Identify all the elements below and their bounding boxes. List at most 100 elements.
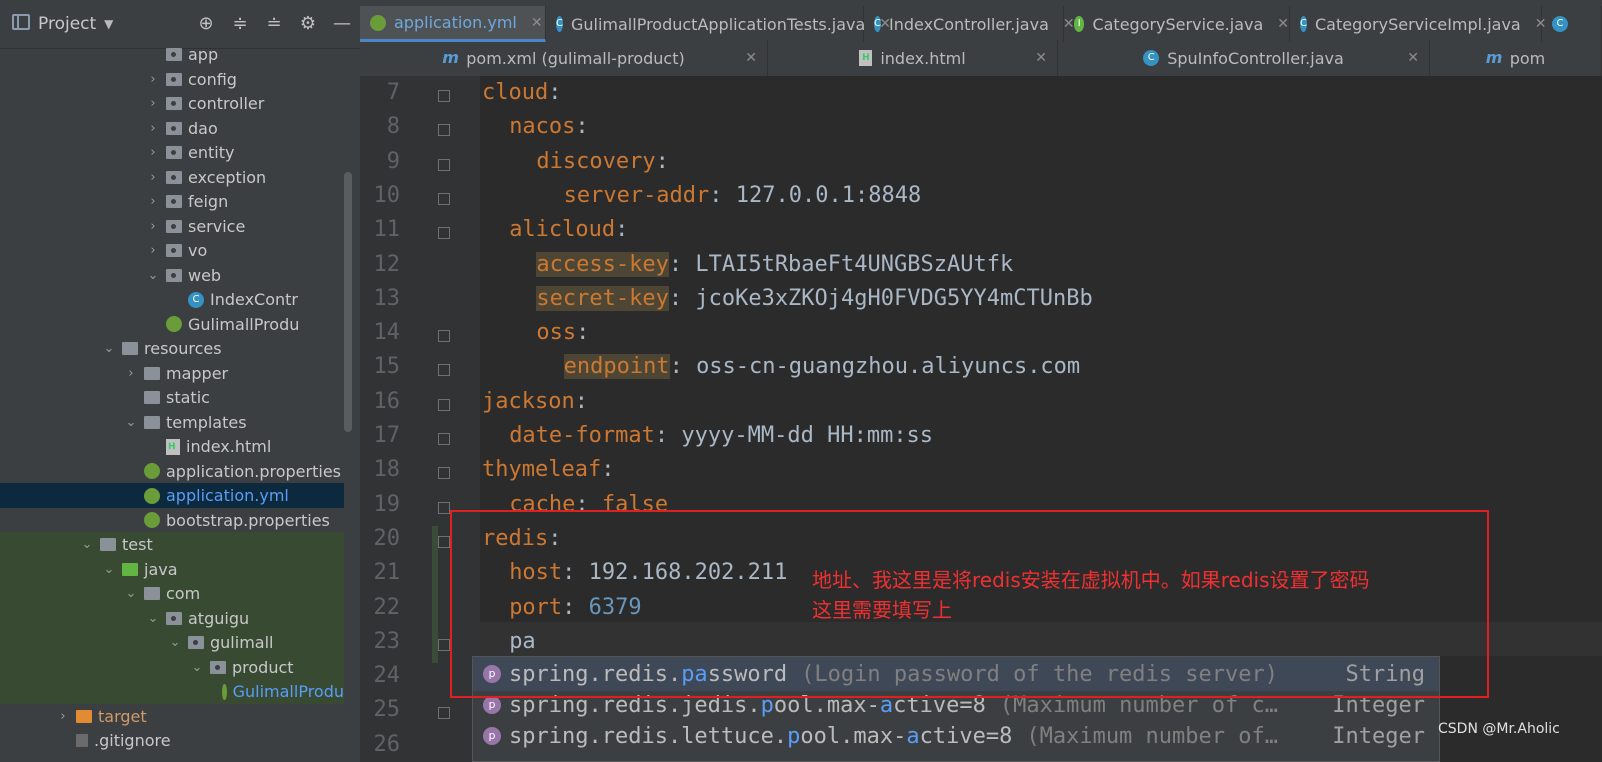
tree-item[interactable]: C IndexContr <box>0 287 344 312</box>
tree-item[interactable]: ⌄ gulimall <box>0 630 344 655</box>
tab-spuinfocontroller-java[interactable]: C SpuInfoController.java ✕ <box>1058 40 1430 76</box>
fold-marker-icon[interactable] <box>438 124 450 137</box>
tree-item[interactable]: › exception <box>0 165 344 190</box>
fold-marker-icon[interactable] <box>438 467 450 480</box>
tree-arrow-icon[interactable]: ⌄ <box>146 268 160 283</box>
line-number: 25 <box>373 697 401 723</box>
tree-arrow-icon[interactable]: ⌄ <box>124 586 138 601</box>
tab-pom-xml-gulimall-product-[interactable]: m pom.xml (gulimall-product) ✕ <box>360 40 768 76</box>
tree-item[interactable]: › dao <box>0 116 344 141</box>
tree-item[interactable]: ⌄ templates <box>0 410 344 435</box>
tree-arrow-icon[interactable]: ⌄ <box>80 537 94 552</box>
tree-item[interactable]: › mapper <box>0 361 344 386</box>
tree-item[interactable]: bootstrap.properties <box>0 508 344 533</box>
fold-marker-icon[interactable] <box>438 638 450 651</box>
tree-item[interactable]: app <box>0 42 344 67</box>
tree-arrow-icon[interactable]: › <box>146 72 160 87</box>
close-icon[interactable]: ✕ <box>1407 50 1419 66</box>
tree-item[interactable]: ⌄ java <box>0 556 344 582</box>
tab-categoryservice-java[interactable]: I CategoryService.java ✕ <box>1064 6 1290 42</box>
tree-item[interactable]: ⌄ com <box>0 581 344 606</box>
tree-arrow-icon[interactable]: › <box>146 121 160 136</box>
tree-arrow-icon[interactable]: › <box>146 194 160 209</box>
fold-marker-icon[interactable] <box>438 90 450 102</box>
tree-item[interactable]: ⌄ product <box>0 654 344 680</box>
fold-marker-icon[interactable] <box>438 433 450 445</box>
tree-item[interactable]: › target <box>0 704 344 729</box>
tab-index-html[interactable]: Hindex.html ✕ <box>768 40 1058 76</box>
code-line[interactable]: thymeleaf: <box>482 457 614 482</box>
code-line[interactable]: server-addr: 127.0.0.1:8848 <box>564 183 922 208</box>
tree-arrow-icon[interactable]: › <box>56 709 70 724</box>
tree-arrow-icon[interactable]: ⌄ <box>102 341 116 356</box>
tree-item[interactable]: application.yml <box>0 483 344 508</box>
tree-item[interactable]: GulimallProdu <box>0 679 344 704</box>
tab-overflow[interactable]: C <box>1542 6 1602 42</box>
collapse-all-icon[interactable]: ≐ <box>264 13 284 34</box>
fold-marker-icon[interactable] <box>438 227 450 240</box>
close-icon[interactable]: ✕ <box>745 50 757 66</box>
tab-categoryserviceimpl-java[interactable]: C CategoryServiceImpl.java ✕ <box>1290 6 1546 42</box>
tree-item[interactable]: application.properties <box>0 459 344 484</box>
fold-marker-icon[interactable] <box>438 707 450 720</box>
close-icon[interactable]: ✕ <box>1035 50 1047 66</box>
tab-gulimallproductapplicationtests-java[interactable]: C GulimallProductApplicationTests.java ✕ <box>546 6 891 42</box>
code-line[interactable]: secret-key: jcoKe3xZKOj4gH0FVDG5YY4mCTUn… <box>536 285 1093 311</box>
minimize-icon[interactable]: — <box>332 13 352 34</box>
tree-item[interactable]: › service <box>0 214 344 239</box>
tree-arrow-icon[interactable]: ⌄ <box>124 415 138 430</box>
tab-pom[interactable]: m pom <box>1430 40 1602 76</box>
tree-item[interactable]: static <box>0 385 344 410</box>
code-line[interactable]: date-format: yyyy-MM-dd HH:mm:ss <box>509 423 933 448</box>
code-line[interactable]: alicloud: <box>509 217 628 242</box>
tree-item[interactable]: › controller <box>0 91 344 116</box>
tree-item[interactable]: ⌄ resources <box>0 336 344 361</box>
fold-marker-icon[interactable] <box>438 158 450 171</box>
tab-label: pom.xml (gulimall-product) <box>466 48 685 68</box>
gear-icon[interactable]: ⚙ <box>298 13 318 34</box>
fold-marker-icon[interactable] <box>438 398 450 411</box>
tree-arrow-icon[interactable]: › <box>146 243 160 258</box>
tree-arrow-icon[interactable]: › <box>146 96 160 111</box>
fold-marker-icon[interactable] <box>438 192 450 205</box>
tree-arrow-icon[interactable]: ⌄ <box>102 562 116 577</box>
code-line[interactable]: discovery: <box>536 149 668 174</box>
tree-arrow-icon[interactable]: ⌄ <box>168 635 182 650</box>
code-line[interactable]: jackson: <box>482 389 588 414</box>
tree-arrow-icon[interactable]: › <box>146 170 160 185</box>
fold-marker-icon[interactable] <box>438 330 450 343</box>
tab-indexcontroller-java[interactable]: C IndexController.java ✕ <box>864 6 1075 42</box>
tab-application-yml[interactable]: application.yml ✕ <box>360 6 546 42</box>
tree-arrow-icon[interactable]: › <box>146 219 160 234</box>
close-icon[interactable]: ✕ <box>1277 16 1289 32</box>
tree-item[interactable]: ⌄ atguigu <box>0 605 344 631</box>
close-icon[interactable]: ✕ <box>531 15 543 31</box>
code-line[interactable]: cloud: <box>482 80 561 105</box>
code-line[interactable]: nacos: <box>509 114 588 139</box>
code-line[interactable]: endpoint: oss-cn-guangzhou.aliyuncs.com <box>563 354 1080 380</box>
tree-item[interactable]: ⌄ test <box>0 532 344 557</box>
code-line[interactable]: oss: <box>536 320 589 345</box>
tree-item[interactable]: › config <box>0 67 344 92</box>
locate-icon[interactable]: ⊕ <box>196 13 216 34</box>
tree-item[interactable]: › vo <box>0 238 344 263</box>
tree-arrow-icon[interactable]: ⌄ <box>146 611 160 626</box>
expand-all-icon[interactable]: ≑ <box>230 13 250 34</box>
tree-item[interactable]: › feign <box>0 189 344 214</box>
fold-marker-icon[interactable] <box>438 364 450 377</box>
fold-marker-icon[interactable] <box>438 535 450 548</box>
project-view-selector[interactable]: Project <box>38 14 96 34</box>
sidebar-scrollbar[interactable] <box>344 172 352 432</box>
fold-marker-icon[interactable] <box>438 501 450 514</box>
tree-item[interactable]: GulimallProdu <box>0 312 344 337</box>
code-line[interactable]: access-key: LTAI5tRbaeFt4UNGBSzAUtfk <box>536 251 1013 277</box>
completion-item[interactable]: p spring.redis.lettuce. p ool.max-a ctive=8(… <box>473 719 1439 753</box>
tree-arrow-icon[interactable]: ⌄ <box>190 660 204 675</box>
tree-item[interactable]: .gitignore <box>0 728 344 753</box>
tree-item[interactable]: › entity <box>0 140 344 165</box>
tree-arrow-icon[interactable]: › <box>146 145 160 160</box>
tree-item[interactable]: index.html <box>0 434 344 459</box>
tree-item[interactable]: ⌄ web <box>0 263 344 288</box>
chevron-down-icon[interactable]: ▼ <box>104 17 113 31</box>
tree-arrow-icon[interactable]: › <box>124 366 138 381</box>
